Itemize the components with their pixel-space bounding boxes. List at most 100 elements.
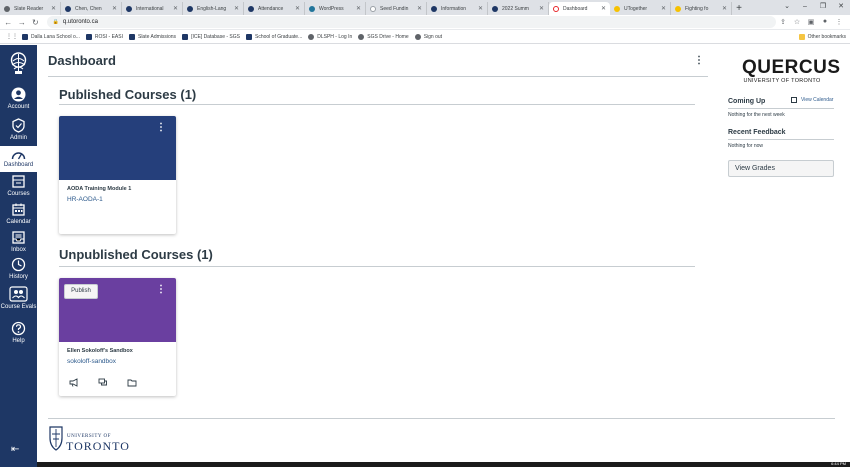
course-name[interactable]: Ellen Sokoloff's Sandbox: [67, 348, 133, 354]
course-card-header[interactable]: Publish ⋮: [59, 278, 176, 342]
course-card-actions: [69, 378, 156, 387]
nav-item-course-evals[interactable]: Course Evals: [0, 286, 37, 310]
browser-tab[interactable]: Seed Fundin ✕: [366, 2, 427, 15]
nav-item-calendar[interactable]: Calendar: [0, 202, 37, 225]
nav-label: Account: [7, 104, 30, 110]
bookmark-item[interactable]: School of Graduate...: [245, 34, 303, 40]
tab-title: Dashboard: [563, 5, 588, 12]
profile-icon[interactable]: ●: [818, 18, 832, 26]
page-title: Dashboard: [48, 53, 116, 68]
publish-button[interactable]: Publish: [64, 284, 98, 299]
back-icon[interactable]: ←: [3, 18, 14, 27]
account-icon: [11, 87, 26, 102]
tab-title: Seed Fundin: [380, 5, 409, 12]
nav-item-help[interactable]: Help: [0, 321, 37, 344]
bookmark-label: School of Graduate...: [254, 34, 303, 40]
close-icon[interactable]: ✕: [112, 5, 117, 12]
quercus-logo: QUERCUS UNIVERSITY OF TORONTO: [742, 58, 840, 84]
browser-tab[interactable]: Fighting fo ✕: [671, 2, 732, 15]
discussions-icon[interactable]: [98, 378, 108, 387]
folder-icon[interactable]: [127, 378, 137, 387]
window-controls: ⌄ – ❐ ✕: [778, 0, 850, 14]
apps-icon: ⋮⋮: [6, 34, 18, 40]
browser-tab[interactable]: 2022 Summ ✕: [488, 2, 549, 15]
dashboard-options-icon[interactable]: ⋮: [694, 55, 704, 66]
recent-feedback-heading: Recent Feedback: [728, 129, 786, 136]
menu-icon[interactable]: ⋮: [832, 18, 846, 26]
shield-icon: [128, 34, 135, 40]
forward-icon[interactable]: →: [17, 18, 28, 27]
browser-tab-active[interactable]: Dashboard ✕: [549, 2, 610, 15]
browser-tab[interactable]: International ✕: [122, 2, 183, 15]
course-card[interactable]: ⋮ AODA Training Module 1 HR-AODA-1: [59, 116, 176, 234]
announcements-icon[interactable]: [69, 378, 79, 387]
close-icon[interactable]: ✕: [601, 5, 606, 12]
url-input[interactable]: 🔒 q.utoronto.ca: [46, 16, 776, 28]
browser-tab[interactable]: Attendance ✕: [244, 2, 305, 15]
bookmark-item[interactable]: SGS Drive - Home: [358, 34, 409, 40]
tab-search-icon[interactable]: ⌄: [778, 0, 796, 14]
nav-item-dashboard[interactable]: Dashboard: [0, 146, 37, 172]
browser-tab[interactable]: English-Lang ✕: [183, 2, 244, 15]
close-icon[interactable]: ✕: [51, 5, 56, 12]
sidepanel-icon[interactable]: ▣: [804, 18, 818, 26]
browser-tab-bar: Slate Reader ✕ Chen, Chen ✕ International ✕…: [0, 0, 850, 15]
browser-tab[interactable]: WordPress ✕: [305, 2, 366, 15]
bookmark-item[interactable]: Sign out: [414, 34, 442, 40]
nav-item-courses[interactable]: Courses: [0, 174, 37, 197]
nav-item-history[interactable]: History: [0, 257, 37, 280]
close-icon[interactable]: ✕: [539, 5, 544, 12]
close-icon[interactable]: ✕: [722, 5, 727, 12]
card-options-icon[interactable]: ⋮: [156, 122, 166, 133]
quercus-subtitle: UNIVERSITY OF TORONTO: [743, 78, 821, 84]
nav-label: Help: [12, 338, 25, 344]
new-tab-button[interactable]: +: [732, 2, 746, 15]
close-icon[interactable]: ✕: [173, 5, 178, 12]
bookmark-item[interactable]: Slate Admissions: [128, 34, 176, 40]
divider: [728, 108, 834, 109]
course-code[interactable]: HR-AODA-1: [67, 196, 103, 203]
uoft-icon: [492, 5, 498, 12]
nav-item-account[interactable]: Account: [0, 87, 37, 110]
other-bookmarks[interactable]: Other bookmarks: [798, 34, 846, 40]
close-window-icon[interactable]: ✕: [832, 0, 850, 14]
course-name[interactable]: AODA Training Module 1: [67, 186, 131, 192]
bookmark-item[interactable]: ROSI - EASI: [85, 34, 123, 40]
minimize-icon[interactable]: –: [796, 0, 814, 14]
bookmark-item[interactable]: [ICE] Database - SGS: [182, 34, 240, 40]
globe-icon: [358, 34, 365, 40]
view-calendar-link[interactable]: View Calendar: [791, 97, 833, 103]
nav-item-inbox[interactable]: Inbox: [0, 230, 37, 253]
shield-icon: [245, 34, 252, 40]
bookmark-item[interactable]: Dalla Lana School o...: [22, 34, 80, 40]
close-icon[interactable]: ✕: [417, 5, 422, 12]
close-icon[interactable]: ✕: [478, 5, 483, 12]
nav-item-admin[interactable]: Admin: [0, 118, 37, 141]
tab-title: English-Lang: [197, 5, 227, 12]
share-icon[interactable]: ⇪: [776, 18, 790, 26]
star-icon[interactable]: ☆: [790, 18, 804, 26]
course-card[interactable]: Publish ⋮ Ellen Sokoloff's Sandbox sokol…: [59, 278, 176, 396]
wordpress-icon: [309, 5, 315, 12]
close-icon[interactable]: ✕: [661, 5, 666, 12]
browser-tab[interactable]: Chen, Chen ✕: [61, 2, 122, 15]
close-icon[interactable]: ✕: [356, 5, 361, 12]
help-icon: [11, 321, 26, 336]
course-code[interactable]: sokoloff-sandbox: [67, 358, 116, 365]
seed-icon: [370, 5, 376, 12]
maximize-icon[interactable]: ❐: [814, 0, 832, 14]
browser-tab[interactable]: Information ✕: [427, 2, 488, 15]
close-icon[interactable]: ✕: [234, 5, 239, 12]
collapse-nav-icon[interactable]: ⇤: [11, 444, 19, 455]
course-card-header[interactable]: ⋮: [59, 116, 176, 180]
card-options-icon[interactable]: ⋮: [156, 284, 166, 295]
other-bookmarks-label: Other bookmarks: [807, 34, 846, 40]
browser-tab[interactable]: Slate Reader ✕: [0, 2, 61, 15]
view-grades-button[interactable]: View Grades: [728, 160, 834, 177]
uoft-crest-icon[interactable]: [6, 51, 31, 76]
browser-tab[interactable]: UTogether ✕: [610, 2, 671, 15]
close-icon[interactable]: ✕: [295, 5, 300, 12]
reload-icon[interactable]: ↻: [30, 18, 41, 27]
apps-button[interactable]: ⋮⋮: [6, 34, 18, 40]
bookmark-item[interactable]: DLSPH - Log In: [308, 34, 352, 40]
